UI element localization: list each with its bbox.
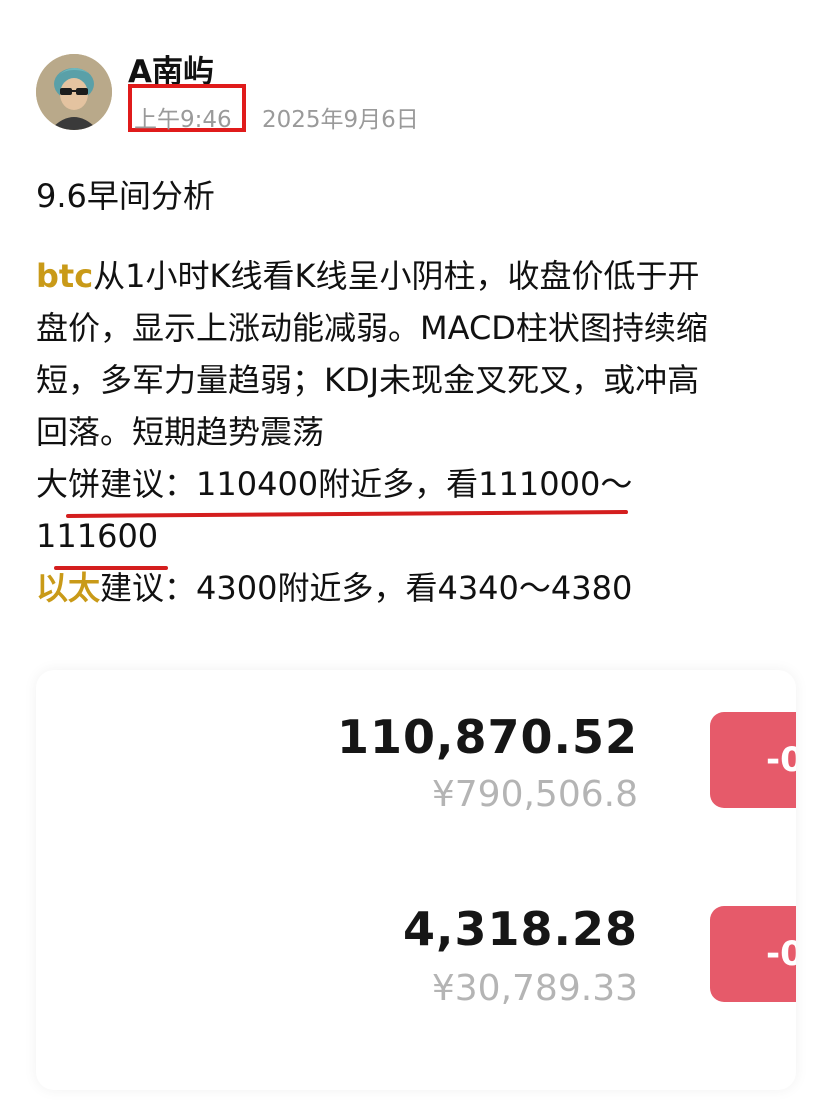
analysis-line: 回落。短期趋势震荡 [36, 413, 325, 451]
btc-advice-line: 111600 [36, 517, 159, 555]
change-badge[interactable]: -0 [710, 906, 796, 1002]
author-avatar[interactable] [36, 54, 112, 130]
btc-advice-line: 大饼建议：110400附近多，看111000～ [36, 465, 633, 503]
change-badge[interactable]: -0 [710, 712, 796, 808]
price-cny: ¥30,789.33 [431, 968, 638, 1009]
price-value: 110,870.52 [336, 710, 638, 764]
post-screen: A南屿 上午9:46 2025年9月6日 9.6早间分析 btc从1小时K线看K… [0, 0, 828, 1116]
analysis-line: btc从1小时K线看K线呈小阴柱，收盘价低于开 [36, 257, 700, 295]
btc-tag: btc [36, 257, 94, 295]
analysis-paragraph: btc从1小时K线看K线呈小阴柱，收盘价低于开 盘价，显示上涨动能减弱。MACD… [36, 250, 796, 614]
price-cny: ¥790,506.8 [431, 774, 638, 815]
post-time: 上午9:46 [134, 107, 232, 133]
post-title: 9.6早间分析 [36, 177, 215, 215]
red-underline [54, 566, 168, 570]
post-content: 9.6早间分析 btc从1小时K线看K线呈小阴柱，收盘价低于开 盘价，显示上涨动… [36, 170, 796, 614]
person-with-sunglasses-avatar-icon [36, 54, 112, 130]
analysis-line: 盘价，显示上涨动能减弱。MACD柱状图持续缩 [36, 309, 708, 347]
post-date: 2025年9月6日 [262, 107, 419, 133]
eth-tag: 以太 [36, 569, 101, 607]
price-value: 4,318.28 [403, 902, 638, 956]
analysis-line: 短，多军力量趋弱；KDJ未现金叉死叉，或冲高 [36, 361, 700, 399]
price-card: 110,870.52 ¥790,506.8 -0 4,318.28 ¥30,78… [36, 670, 796, 1090]
